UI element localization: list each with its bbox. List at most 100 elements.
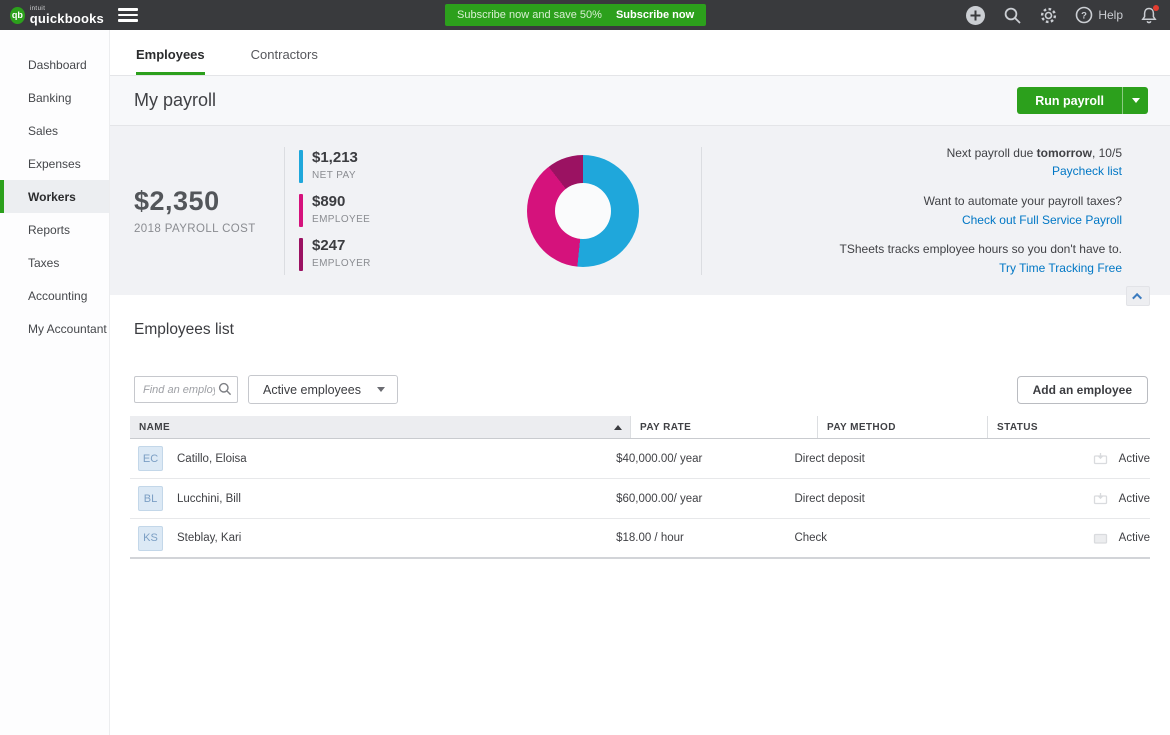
sidebar-item-taxes[interactable]: Taxes [0,246,109,279]
run-payroll-dropdown[interactable] [1122,87,1148,114]
notice-next-payroll: Next payroll due tomorrow, 10/5 Paycheck… [702,144,1122,181]
notice-text: Next payroll due [947,146,1037,160]
tab-employees[interactable]: Employees [136,47,205,75]
legend-label: NET PAY [312,170,358,181]
caret-down-icon [377,387,385,392]
sidebar-item-sales[interactable]: Sales [0,114,109,147]
direct-deposit-icon [1093,492,1108,505]
notice-text: , 10/5 [1092,146,1122,160]
run-payroll-button[interactable]: Run payroll [1017,87,1148,114]
sidebar-item-my-accountant[interactable]: My Accountant [0,312,109,345]
legend-color-bar [299,194,303,227]
gear-icon[interactable] [1039,6,1058,25]
subscribe-banner: Subscribe now and save 50% Subscribe now [445,4,706,26]
legend-color-bar [299,150,303,183]
qb-logo-icon: qb [10,7,25,24]
notice-text: Want to automate your payroll taxes? [924,194,1122,208]
avatar: KS [138,526,163,551]
sidebar-item-dashboard[interactable]: Dashboard [0,48,109,81]
employee-row[interactable]: EC Catillo, Eloisa $40,000.00/ year Dire… [130,439,1150,479]
add-employee-button[interactable]: Add an employee [1017,376,1148,404]
column-header-status[interactable]: STATUS [987,416,1150,438]
svg-text:?: ? [1081,10,1087,21]
subscribe-now-button[interactable]: Subscribe now [616,9,694,21]
column-header-name[interactable]: NAME [130,416,630,438]
time-tracking-link[interactable]: Try Time Tracking Free [999,261,1122,275]
sidebar-item-accounting[interactable]: Accounting [0,279,109,312]
avatar: EC [138,446,163,471]
sort-asc-icon [614,425,622,430]
employee-pay-rate: $60,000.00/ year [606,493,784,505]
filter-selected-value: Active employees [263,383,361,397]
legend-color-bar [299,238,303,271]
employee-name: Catillo, Eloisa [177,453,247,465]
full-service-payroll-link[interactable]: Check out Full Service Payroll [962,213,1122,227]
legend-value: $890 [312,194,370,211]
main-content: Employees Contractors My payroll Run pay… [110,30,1170,735]
collapse-panel-button[interactable] [1126,286,1150,306]
employees-table: NAME PAY RATE PAY METHOD STATUS EC Catil… [130,416,1150,559]
payroll-summary-panel: $2,350 2018 PAYROLL COST $1,213 NET PAY … [110,126,1170,295]
caret-down-icon [1132,98,1140,103]
search-icon[interactable] [1003,6,1022,25]
legend-value: $247 [312,238,371,255]
quickbooks-logo[interactable]: qb intuit quickbooks [0,6,104,25]
help-menu[interactable]: ? Help [1075,6,1123,24]
help-icon: ? [1075,6,1093,24]
legend-item-employer: $247 EMPLOYER [299,238,469,271]
avatar: BL [138,486,163,511]
payroll-total-label: 2018 PAYROLL COST [134,223,284,235]
employee-pay-rate: $40,000.00/ year [606,453,784,465]
legend-label: EMPLOYEE [312,214,370,225]
divider [284,147,285,275]
chevron-up-icon [1132,292,1142,302]
sidebar-nav: Dashboard Banking Sales Expenses Workers… [0,30,110,735]
paycheck-list-link[interactable]: Paycheck list [1052,164,1122,178]
brand-quickbooks: quickbooks [30,12,104,25]
bell-icon[interactable] [1140,6,1158,25]
employee-pay-rate: $18.00 / hour [606,532,784,544]
employee-status: Active [1119,453,1150,465]
notice-tsheets: TSheets tracks employee hours so you don… [702,240,1122,277]
subscribe-banner-text: Subscribe now and save 50% [457,9,602,21]
page-header: My payroll Run payroll [110,76,1170,126]
employee-pay-method: Check [784,532,946,544]
employee-row[interactable]: KS Steblay, Kari $18.00 / hour Check Act… [130,519,1150,559]
topbar: qb intuit quickbooks Subscribe now and s… [0,0,1170,30]
employee-status: Active [1119,532,1150,544]
sidebar-item-expenses[interactable]: Expenses [0,147,109,180]
workers-tabs: Employees Contractors [110,30,1170,76]
employee-name: Steblay, Kari [177,532,241,544]
notice-automate-taxes: Want to automate your payroll taxes? Che… [702,192,1122,229]
legend-label: EMPLOYER [312,258,371,269]
sidebar-item-reports[interactable]: Reports [0,213,109,246]
legend-item-net-pay: $1,213 NET PAY [299,150,469,183]
column-header-pay-rate[interactable]: PAY RATE [630,416,817,438]
notification-dot [1153,5,1159,11]
page-title: My payroll [134,90,216,111]
help-label: Help [1098,8,1123,22]
run-payroll-label[interactable]: Run payroll [1017,87,1122,114]
sidebar-item-banking[interactable]: Banking [0,81,109,114]
employees-list-heading: Employees list [134,321,1170,339]
notice-text-bold: tomorrow [1037,146,1092,160]
column-header-pay-method[interactable]: PAY METHOD [817,416,987,438]
hamburger-menu-icon[interactable] [118,5,138,25]
employee-row[interactable]: BL Lucchini, Bill $60,000.00/ year Direc… [130,479,1150,519]
employees-list-section: Employees list Active employees Add an e… [110,295,1170,559]
search-icon [218,382,232,401]
sidebar-item-workers[interactable]: Workers [0,180,109,213]
legend-item-employee: $890 EMPLOYEE [299,194,469,227]
employee-pay-method: Direct deposit [784,493,946,505]
payroll-total-value: $2,350 [134,186,284,217]
employee-filter-dropdown[interactable]: Active employees [248,375,398,404]
payroll-notices: Next payroll due tomorrow, 10/5 Paycheck… [702,144,1170,278]
employee-status: Active [1119,493,1150,505]
legend-value: $1,213 [312,150,358,167]
tab-contractors[interactable]: Contractors [251,47,318,75]
plus-icon[interactable] [965,5,986,26]
direct-deposit-icon [1093,452,1108,465]
donut-hole [555,183,611,239]
payroll-legend: $1,213 NET PAY $890 EMPLOYEE $247 EMPLOY… [299,150,469,271]
notice-text: TSheets tracks employee hours so you don… [840,242,1122,256]
